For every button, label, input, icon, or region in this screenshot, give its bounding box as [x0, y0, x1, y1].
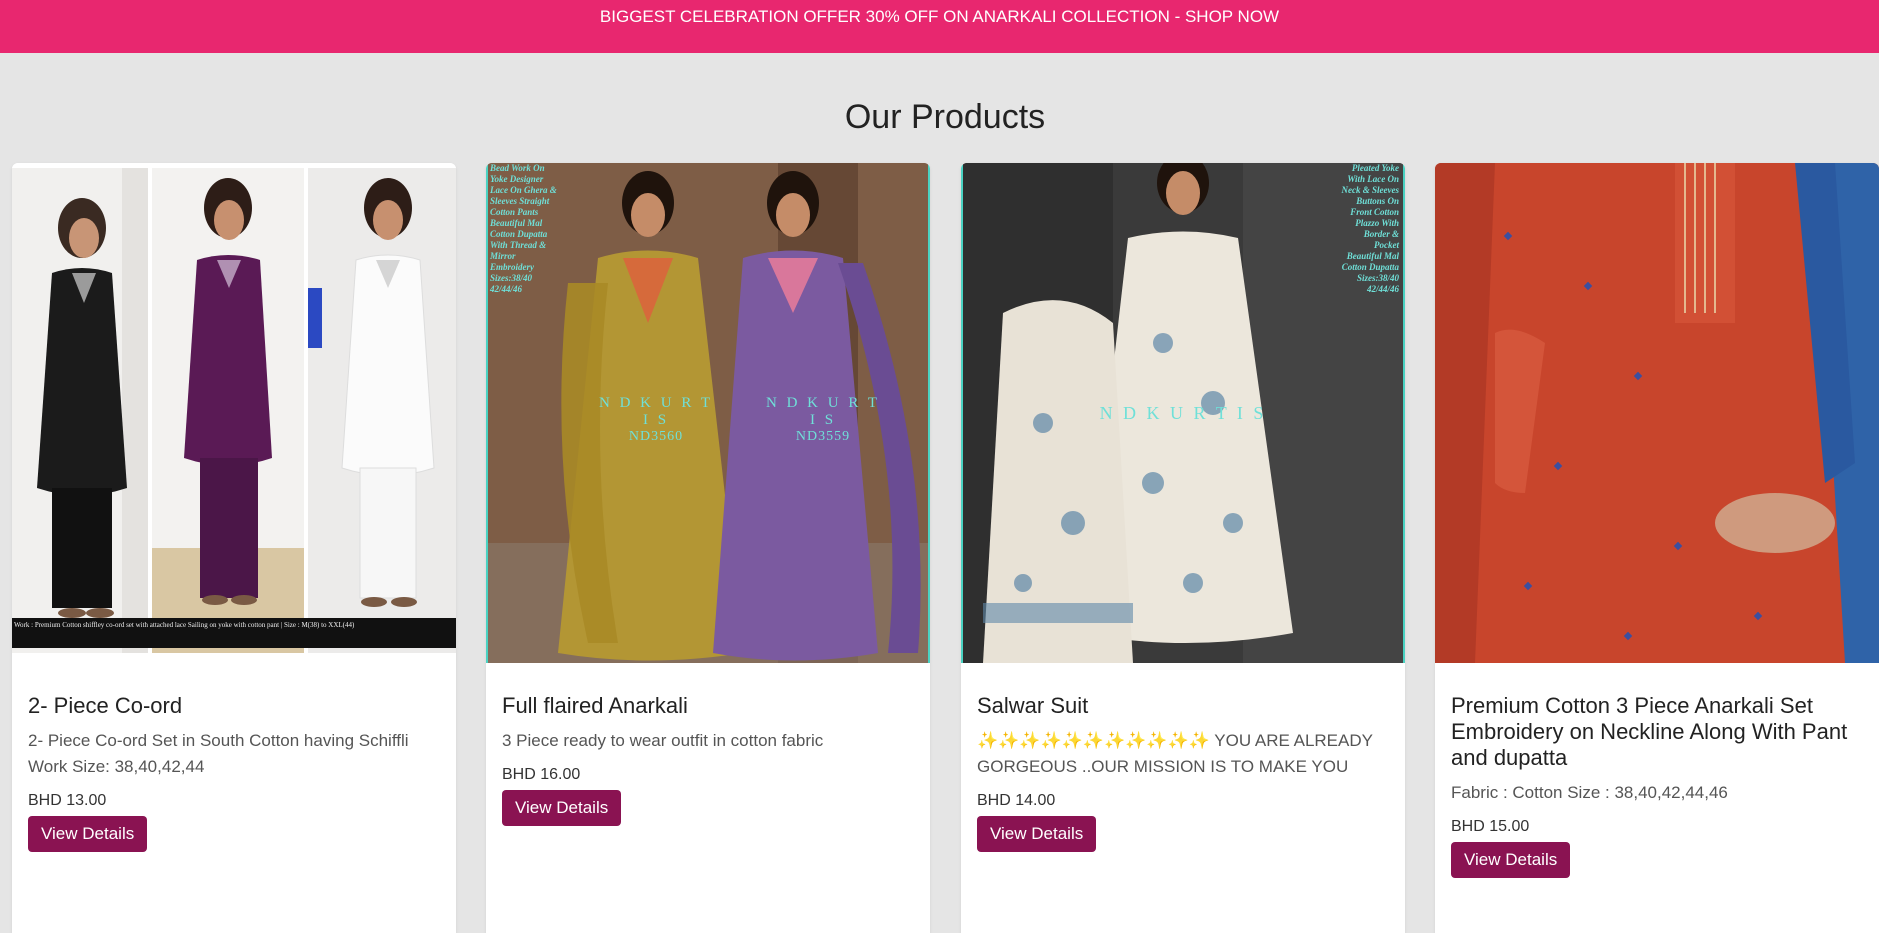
image-panel: [152, 168, 304, 653]
product-title[interactable]: Premium Cotton 3 Piece Anarkali Set Embr…: [1451, 693, 1865, 771]
image-watermark: N D K U R T I S ND3559: [766, 395, 880, 444]
image-caption: Work : Premium Cotton shiffley co-ord se…: [12, 618, 456, 648]
view-details-button[interactable]: View Details: [502, 789, 622, 826]
product-image[interactable]: Bead Work On Yoke Designer Lace On Ghera…: [486, 163, 930, 663]
image-overlay-text: Pleated Yoke With Lace On Neck & Sleeves…: [1341, 163, 1399, 294]
product-title[interactable]: Full flaired Anarkali: [502, 693, 916, 719]
view-details-button[interactable]: View Details: [28, 815, 148, 852]
promo-banner-text[interactable]: BIGGEST CELEBRATION OFFER 30% OFF ON ANA…: [600, 7, 1279, 26]
model-figure-black: [12, 168, 148, 653]
product-image[interactable]: Work : Premium Cotton shiffley co-ord se…: [12, 163, 456, 663]
product-image[interactable]: [1435, 163, 1879, 663]
image-watermark: N D K U R T I S ND3560: [599, 395, 713, 444]
product-info: Salwar Suit ✨✨✨✨✨✨✨✨✨✨✨ YOU ARE ALREADY …: [977, 693, 1391, 852]
product-title[interactable]: Salwar Suit: [977, 693, 1391, 719]
product-description: ✨✨✨✨✨✨✨✨✨✨✨ YOU ARE ALREADY GORGEOUS ..O…: [977, 730, 1373, 776]
model-figure-purple: [152, 168, 304, 653]
model-figure-white: [308, 168, 456, 653]
product-title[interactable]: 2- Piece Co-ord: [28, 693, 442, 719]
product-description: 2- Piece Co-ord Set in South Cotton havi…: [28, 730, 409, 776]
product-price: BHD 15.00: [1451, 817, 1530, 835]
product-image[interactable]: Pleated Yoke With Lace On Neck & Sleeves…: [961, 163, 1405, 663]
product-info: Full flaired Anarkali 3 Piece ready to w…: [502, 693, 916, 826]
product-description: 3 Piece ready to wear outfit in cotton f…: [502, 730, 824, 750]
promo-banner[interactable]: BIGGEST CELEBRATION OFFER 30% OFF ON ANA…: [0, 0, 1879, 53]
product-info: Premium Cotton 3 Piece Anarkali Set Embr…: [1451, 693, 1865, 878]
image-panel: [308, 168, 456, 653]
product-info: 2- Piece Co-ord 2- Piece Co-ord Set in S…: [28, 693, 442, 852]
view-details-button[interactable]: View Details: [1451, 841, 1571, 878]
product-card: Premium Cotton 3 Piece Anarkali Set Embr…: [1435, 163, 1879, 933]
product-price: BHD 16.00: [502, 765, 581, 783]
product-card: Work : Premium Cotton shiffley co-ord se…: [12, 163, 456, 933]
model-red-anarkali-illustration: [1435, 163, 1879, 663]
product-price: BHD 14.00: [977, 791, 1056, 809]
image-overlay-text: Bead Work On Yoke Designer Lace On Ghera…: [490, 163, 557, 294]
product-price: BHD 13.00: [28, 791, 107, 809]
product-card: Pleated Yoke With Lace On Neck & Sleeves…: [961, 163, 1405, 933]
view-details-button[interactable]: View Details: [977, 815, 1097, 852]
product-description: Fabric : Cotton Size : 38,40,42,44,46: [1451, 782, 1728, 802]
product-card: Bead Work On Yoke Designer Lace On Ghera…: [486, 163, 930, 933]
image-watermark: N D K U R T I S: [1099, 403, 1267, 423]
page-title: Our Products: [844, 98, 1046, 136]
image-panel: [12, 168, 148, 653]
